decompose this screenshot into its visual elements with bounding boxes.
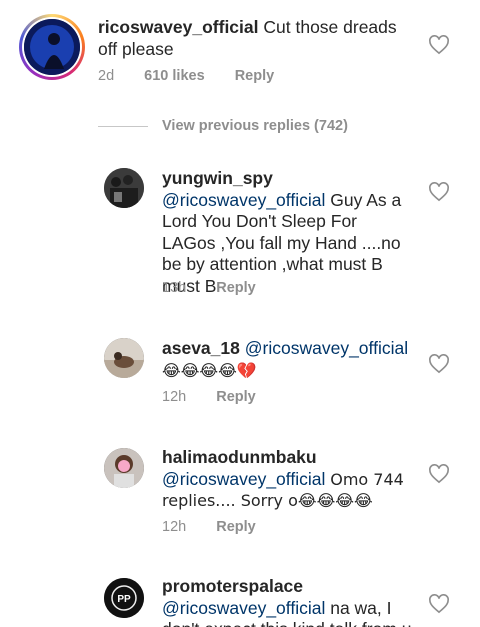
timestamp: 2d xyxy=(98,68,115,84)
reply-button[interactable]: Reply xyxy=(216,519,256,535)
username[interactable]: yungwin_spy xyxy=(162,168,273,188)
story-ring[interactable] xyxy=(19,14,85,80)
comment-meta: 2d 610 likes Reply xyxy=(98,68,300,84)
timestamp: 12h xyxy=(162,389,187,405)
username[interactable]: halimaodunmbaku xyxy=(162,447,317,467)
comment-meta: 12h Reply xyxy=(162,389,282,405)
svg-text:PP: PP xyxy=(117,594,131,605)
reply-item: aseva_18 @ricoswavey_official 😂😂😂😂💔 12h … xyxy=(0,330,480,420)
likes-count[interactable]: 610 likes xyxy=(144,68,204,84)
username[interactable]: aseva_18 xyxy=(162,338,240,358)
timestamp: 13h xyxy=(162,280,187,296)
heart-icon[interactable] xyxy=(428,182,450,202)
username[interactable]: ricoswavey_official xyxy=(98,17,259,37)
avatar[interactable] xyxy=(104,338,144,378)
reply-button[interactable]: Reply xyxy=(235,68,275,84)
view-previous-replies[interactable]: View previous replies (742) xyxy=(98,116,348,136)
heart-icon[interactable] xyxy=(428,354,450,374)
reply-item: PP promoterspalace @ricoswavey_official … xyxy=(0,570,480,627)
mention-link[interactable]: @ricoswavey_official xyxy=(162,598,325,618)
comment-meta: 12h Reply xyxy=(162,519,282,535)
reply-item: halimaodunmbaku @ricoswavey_official Omo… xyxy=(0,440,480,550)
avatar[interactable] xyxy=(24,19,80,75)
username[interactable]: promoterspalace xyxy=(162,576,303,596)
view-previous-replies-label[interactable]: View previous replies (742) xyxy=(162,118,348,134)
heart-icon[interactable] xyxy=(428,35,450,55)
avatar[interactable] xyxy=(104,168,144,208)
divider xyxy=(98,125,148,127)
mention-link[interactable]: @ricoswavey_official xyxy=(162,190,325,210)
reply-button[interactable]: Reply xyxy=(216,280,256,296)
avatar[interactable]: PP xyxy=(104,578,144,618)
heart-icon[interactable] xyxy=(428,464,450,484)
reply-item: yungwin_spy @ricoswavey_official Guy As … xyxy=(0,160,480,310)
avatar[interactable] xyxy=(104,448,144,488)
mention-link[interactable]: @ricoswavey_official xyxy=(245,338,408,358)
reply-button[interactable]: Reply xyxy=(216,389,256,405)
comment-text: 😂😂😂😂💔 xyxy=(162,360,257,380)
comment-meta: 13h Reply xyxy=(162,280,282,296)
mention-link[interactable]: @ricoswavey_official xyxy=(162,469,325,489)
heart-icon[interactable] xyxy=(428,594,450,614)
timestamp: 12h xyxy=(162,519,187,535)
comment-item: ricoswavey_official Cut those dreads off… xyxy=(0,0,480,100)
